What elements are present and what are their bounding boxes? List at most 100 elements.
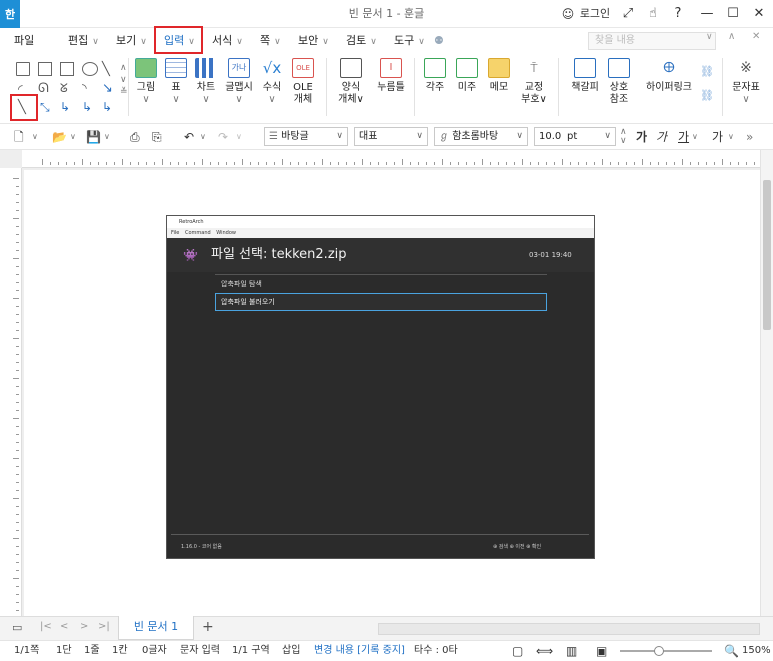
horizontal-scrollbar[interactable] [378, 623, 760, 635]
add-tab-button[interactable]: + [202, 619, 214, 635]
chevron-down-icon[interactable]: ∨ [104, 128, 110, 146]
prev-tab-icon[interactable]: < [60, 621, 68, 632]
multi-page-icon[interactable]: ▥ [566, 641, 577, 661]
bold-button[interactable]: 가 [636, 128, 647, 146]
save-icon[interactable]: 💾 [86, 128, 101, 146]
menu-file[interactable]: 파일 [14, 28, 34, 54]
size-stepper[interactable]: ∧ ∨ [620, 128, 627, 146]
chevron-down-icon[interactable]: ∨ [32, 128, 38, 146]
form-object-button[interactable]: 양식 개체∨ [334, 58, 368, 106]
rectangle-shape-icon[interactable] [60, 62, 74, 76]
open-folder-icon[interactable]: 📂 [52, 128, 67, 146]
close-doc-icon[interactable]: ✕ [752, 31, 760, 42]
textbox-shape-icon[interactable] [38, 62, 52, 76]
curve-shape-icon[interactable]: ᘏ [38, 81, 49, 96]
status-zoom[interactable]: 150% [742, 641, 771, 661]
touch-mode-icon[interactable]: ☝ [643, 4, 663, 24]
symbol-button[interactable]: ※ 문자표 ∨ [728, 58, 764, 106]
collapse-ribbon-icon[interactable]: ∧ [728, 31, 735, 42]
outline-select[interactable]: 대표 ∨ [354, 127, 428, 146]
search-input[interactable]: 찾을 내용 [588, 32, 716, 50]
insert-table-button[interactable]: 표 ∨ [162, 58, 190, 106]
zoom-icon[interactable]: 🔍 [724, 641, 739, 661]
cross-reference-button[interactable]: 상호 참조 [604, 58, 634, 106]
help-icon[interactable]: ? [668, 4, 688, 24]
zoom-slider[interactable] [620, 646, 712, 656]
ruler-tick [13, 578, 19, 579]
close-button[interactable]: ✕ [748, 4, 770, 24]
menu-view[interactable]: 보기 ∨ [116, 28, 147, 54]
more-tools-icon[interactable]: » [746, 128, 753, 146]
elbow-connector2-icon[interactable]: ↳ [82, 100, 92, 114]
chevron-down-icon[interactable]: ∨ [728, 128, 734, 146]
line-shape-icon[interactable]: ╲ [102, 62, 110, 77]
ellipse-shape-icon[interactable] [82, 62, 98, 76]
arrow-shape-icon[interactable]: ↘ [102, 81, 113, 96]
share-icon[interactable]: ⚉ [434, 34, 448, 47]
redo-icon[interactable]: ↷ [218, 128, 228, 146]
insert-picture-button[interactable]: 그림 ∨ [132, 58, 160, 106]
next-tab-icon[interactable]: > [80, 621, 88, 632]
endnote-button[interactable]: 미주 [452, 58, 482, 94]
connector-line-icon[interactable]: ⤡ [40, 100, 50, 115]
new-doc-icon[interactable]: 🗋 [14, 128, 24, 146]
print-preview-icon[interactable]: ⎘ [152, 128, 162, 146]
style-select[interactable]: ☰ 바탕글 ∨ [264, 127, 348, 146]
fit-page-icon[interactable]: ▣ [596, 641, 607, 661]
memo-button[interactable]: 메모 [484, 58, 514, 94]
first-tab-icon[interactable]: |< [40, 621, 52, 632]
horizontal-ruler[interactable] [22, 150, 771, 168]
user-icon[interactable]: ☺ [560, 4, 576, 24]
zoom-slider-thumb[interactable] [654, 646, 664, 656]
minimize-button[interactable]: — [696, 4, 718, 24]
tab-document-1[interactable]: 빈 문서 1 [118, 616, 194, 640]
status-page[interactable]: 1/1쪽 [14, 641, 39, 661]
font-select[interactable]: ℊ 함초롬바탕 ∨ [434, 127, 528, 146]
underline-button[interactable]: 가 [678, 128, 689, 146]
menu-security[interactable]: 보안 ∨ [298, 28, 329, 54]
status-track-changes[interactable]: 변경 내용 [기록 중지] [314, 641, 405, 661]
status-insert[interactable]: 삽입 [282, 641, 300, 661]
field-button[interactable]: I 누름틀 [372, 58, 410, 94]
arc2-shape-icon[interactable]: ◝ [82, 81, 87, 95]
insert-equation-button[interactable]: √x 수식 ∨ [258, 58, 286, 106]
width-view-icon[interactable]: ⟺ [536, 641, 553, 661]
menu-format[interactable]: 서식 ∨ [212, 28, 243, 54]
page-view-icon[interactable]: ▢ [512, 641, 523, 661]
freeform-shape-icon[interactable]: ᘜ [60, 81, 68, 96]
login-button[interactable]: 로그인 [577, 4, 613, 24]
menu-edit[interactable]: 편집 ∨ [68, 28, 99, 54]
chevron-down-icon[interactable]: ∨ [236, 128, 242, 146]
insert-ole-button[interactable]: OLE OLE 개체 [288, 58, 318, 106]
maximize-button[interactable]: ☐ [722, 4, 744, 24]
menu-review[interactable]: 검토 ∨ [346, 28, 377, 54]
last-tab-icon[interactable]: >| [98, 621, 110, 632]
search-dropdown-icon[interactable]: ∨ [706, 32, 713, 42]
font-color-button[interactable]: 가 [712, 128, 723, 146]
vertical-scrollbar[interactable] [760, 150, 773, 616]
chevron-down-icon[interactable]: ∨ [200, 128, 206, 146]
vertical-ruler[interactable] [0, 168, 22, 616]
chevron-down-icon[interactable]: ∨ [70, 128, 76, 146]
link-small-icon[interactable]: ⛓ ⛓ [700, 60, 714, 108]
proofreading-mark-button[interactable]: ⍑ 교정 부호∨ [518, 58, 550, 106]
scroll-thumb[interactable] [763, 180, 771, 330]
textbox-shape-icon[interactable] [16, 62, 30, 76]
font-size-select[interactable]: 10.0 pt ∨ [534, 127, 616, 146]
embedded-retroarch-image[interactable]: RetroArch File Command Window 👾 파일 선택: t… [166, 215, 595, 559]
undo-icon[interactable]: ↶ [184, 128, 194, 146]
chevron-down-icon[interactable]: ∨ [692, 128, 698, 146]
fullscreen-icon[interactable]: ⤢ [618, 4, 638, 24]
elbow-connector-icon[interactable]: ↳ [60, 100, 70, 114]
insert-chart-button[interactable]: 차트 ∨ [192, 58, 220, 106]
menu-tools[interactable]: 도구 ∨ [394, 28, 425, 54]
print-icon[interactable]: ⎙ [130, 128, 140, 146]
bookmark-button[interactable]: 책갈피 [566, 58, 604, 94]
doc-list-icon[interactable]: ▭ [12, 621, 22, 634]
insert-wordart-button[interactable]: 가나 글맵시 ∨ [222, 58, 256, 106]
elbow-connector3-icon[interactable]: ↳ [102, 100, 112, 114]
italic-button[interactable]: 가 [656, 128, 667, 146]
menu-page[interactable]: 쪽 ∨ [260, 28, 281, 54]
hyperlink-button[interactable]: 🜨 하이퍼링크 [642, 58, 696, 94]
footnote-button[interactable]: 각주 [420, 58, 450, 94]
